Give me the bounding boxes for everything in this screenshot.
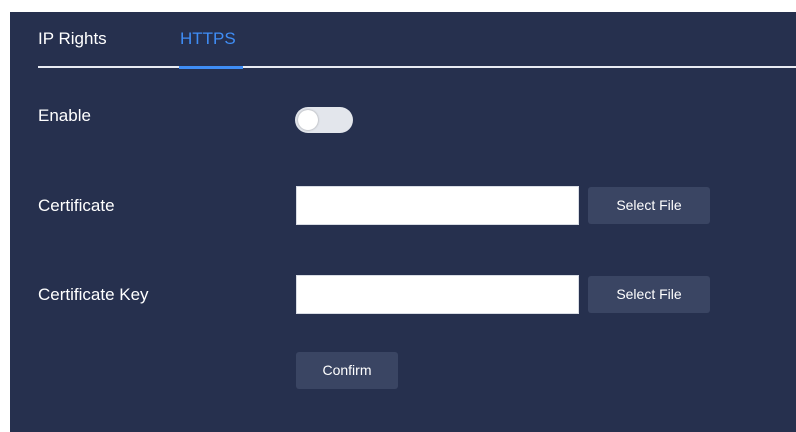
tab-divider [38,66,796,68]
certificate-label: Certificate [38,196,115,215]
tab-ip-rights[interactable]: IP Rights [38,28,107,50]
certificate-select-file-button[interactable]: Select File [588,187,710,224]
confirm-button[interactable]: Confirm [296,352,398,389]
enable-toggle[interactable] [295,107,353,133]
certificate-key-label: Certificate Key [38,285,149,304]
certificate-key-select-file-button[interactable]: Select File [588,276,710,313]
certificate-key-path-input[interactable] [296,275,579,314]
certificate-path-input[interactable] [296,186,579,225]
toggle-knob [298,110,318,130]
enable-label: Enable [38,106,91,125]
tab-https[interactable]: HTTPS [180,28,236,50]
https-settings-panel: IP Rights HTTPS Enable Certificate Selec… [10,12,796,432]
active-tab-indicator [179,66,243,69]
tab-bar: IP Rights HTTPS [10,12,796,69]
